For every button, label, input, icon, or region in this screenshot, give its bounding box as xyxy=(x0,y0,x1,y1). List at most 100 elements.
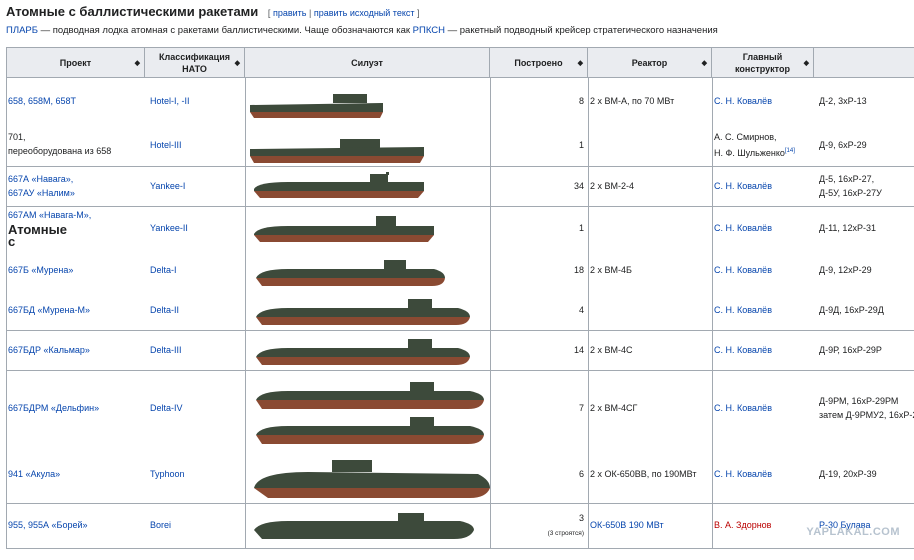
designer-link[interactable]: В. А. Здорнов xyxy=(714,519,771,532)
built-count: 1 xyxy=(578,140,584,150)
plarb-link[interactable]: ПЛАРБ xyxy=(6,25,38,36)
nato-link[interactable]: Typhoon xyxy=(150,468,185,481)
missiles-text: Д-2, 3хР-13 xyxy=(819,96,867,106)
missiles-text: Д-9, 6хР-29 xyxy=(819,140,867,150)
nato-link[interactable]: Delta-IV xyxy=(150,402,183,415)
built-count: 34 xyxy=(573,181,584,191)
reactor-text: 2 х ОК-650ВВ, по 190МВт xyxy=(590,469,697,479)
intro-text-1: — подводная лодка атомная с ракетами бал… xyxy=(37,25,413,36)
header-designer-label: Главный конструктор xyxy=(735,51,790,74)
project-link[interactable]: 667БДРМ «Дельфин» xyxy=(8,402,99,415)
submarine-silhouette xyxy=(256,417,484,444)
header-project-label: Проект xyxy=(59,57,92,68)
submarine-silhouette xyxy=(250,94,383,118)
divider xyxy=(6,166,914,167)
project-link[interactable]: 955, 955А «Борей» xyxy=(8,519,88,532)
divider xyxy=(6,330,914,331)
designer-link[interactable]: С. Н. Ковалёв xyxy=(714,95,772,108)
project-link[interactable]: 667А «Навага», xyxy=(8,173,73,186)
header-reactor[interactable]: Реактор ◆ xyxy=(588,48,712,78)
rpksn-link[interactable]: РПКСН xyxy=(413,25,445,36)
missiles-text: Д-5У, 16хР-27У xyxy=(819,188,882,198)
sort-icon: ◆ xyxy=(803,60,809,67)
designer-link[interactable]: С. Н. Ковалёв xyxy=(714,304,772,317)
nato-link[interactable]: Delta-II xyxy=(150,304,179,317)
divider xyxy=(245,78,246,548)
missiles-text: Д-9, 12хР-29 xyxy=(819,265,872,275)
submarine-silhouette xyxy=(250,139,424,163)
project-text: переоборудована из 658 xyxy=(8,146,112,156)
nato-link[interactable]: Hotel-I, -II xyxy=(150,95,190,108)
header-designer[interactable]: Главный конструктор ◆ xyxy=(712,48,814,78)
reactor-text: 2 х ВМ-А, по 70 МВт xyxy=(590,96,675,106)
header-nato[interactable]: Классификация НАТО ◆ xyxy=(145,48,245,78)
project-link[interactable]: 667АУ «Налим» xyxy=(8,187,75,200)
missiles-text: Д-11, 12хР-31 xyxy=(819,223,876,233)
designer-link[interactable]: С. Н. Ковалёв xyxy=(714,180,772,193)
divider xyxy=(6,78,7,548)
edit-source-link[interactable]: править исходный текст xyxy=(314,8,415,18)
designer-link[interactable]: С. Н. Ковалёв xyxy=(714,344,772,357)
sort-icon: ◆ xyxy=(577,60,583,67)
watermark: YAPLAKAL.COM xyxy=(806,526,900,538)
nato-link[interactable]: Yankee-II xyxy=(150,222,188,235)
nato-link[interactable]: Delta-III xyxy=(150,344,182,357)
nato-link[interactable]: Hotel-III xyxy=(150,139,182,152)
heading-overlay-fragment: Атомные с баллистически xyxy=(8,224,72,248)
project-link[interactable]: 667БД «Мурена-М» xyxy=(8,304,90,317)
project-link[interactable]: 667Б «Мурена» xyxy=(8,264,73,277)
sort-icon: ◆ xyxy=(134,60,140,67)
built-count: 4 xyxy=(578,305,584,315)
header-built[interactable]: Построено ◆ xyxy=(490,48,588,78)
missiles-text: затем Д-9РМУ2, 16хР-29РМУ2 xyxy=(819,410,914,420)
submarine-silhouette xyxy=(256,260,445,286)
divider xyxy=(712,78,713,548)
edit-bracket-close: ] xyxy=(417,8,420,18)
divider xyxy=(6,503,914,504)
divider xyxy=(6,370,914,371)
submarine-silhouette xyxy=(254,216,434,242)
built-count: 7 xyxy=(578,403,584,413)
designer-text: Н. Ф. Шульженко[14] xyxy=(714,145,795,160)
section-title: Атомные с баллистическими ракетами xyxy=(6,4,259,19)
nato-link[interactable]: Delta-I xyxy=(150,264,177,277)
designer-link[interactable]: С. Н. Ковалёв xyxy=(714,222,772,235)
project-link[interactable]: 941 «Акула» xyxy=(8,468,60,481)
submarine-table: Проект ◆ Классификация НАТО ◆ Силуэт Постр… xyxy=(6,47,914,549)
project-link[interactable]: 667АМ «Навага-М», xyxy=(8,209,91,222)
nato-link[interactable]: Yankee-I xyxy=(150,180,185,193)
divider xyxy=(588,78,589,548)
section-heading: Атомные с баллистическими ракетами [ пра… xyxy=(6,4,420,19)
missiles-text: Д-5, 16хР-27, xyxy=(819,174,875,184)
missiles-text: Д-9РМ, 16хР-29РМ xyxy=(819,396,899,406)
nato-link[interactable]: Borei xyxy=(150,519,171,532)
designer-name: Н. Ф. Шульженко xyxy=(714,148,785,158)
intro-paragraph: ПЛАРБ — подводная лодка атомная с ракета… xyxy=(6,25,718,36)
header-silhouette: Силуэт xyxy=(245,48,490,78)
submarine-silhouette xyxy=(254,172,424,198)
submarine-silhouette xyxy=(256,382,484,409)
built-note: (3 строятся) xyxy=(547,530,584,537)
reference-link[interactable]: [14] xyxy=(785,148,795,154)
edit-link[interactable]: править xyxy=(273,8,307,18)
submarine-silhouette xyxy=(254,513,474,539)
designer-link[interactable]: С. Н. Ковалёв xyxy=(714,402,772,415)
sort-icon: ◆ xyxy=(701,60,707,67)
designer-link[interactable]: С. Н. Ковалёв xyxy=(714,264,772,277)
edit-section-links: [ править | править исходный текст ] xyxy=(268,8,420,18)
reactor-text: 2 х ВМ-4Б xyxy=(590,265,632,275)
submarine-silhouette xyxy=(256,339,470,365)
designer-text: А. С. Смирнов, xyxy=(714,132,777,142)
intro-text-2: — ракетный подводный крейсер стратегичес… xyxy=(445,25,718,36)
reactor-link[interactable]: ОК-650В 190 МВт xyxy=(590,519,664,532)
project-link[interactable]: 667БДР «Кальмар» xyxy=(8,344,90,357)
header-built-label: Построено xyxy=(514,57,563,68)
header-project[interactable]: Проект ◆ xyxy=(6,48,145,78)
built-count: 1 xyxy=(578,223,584,233)
built-count: 14 xyxy=(573,345,584,355)
project-link[interactable]: 658, 658М, 658Т xyxy=(8,95,76,108)
header-reactor-label: Реактор xyxy=(631,57,668,68)
designer-link[interactable]: С. Н. Ковалёв xyxy=(714,468,772,481)
project-text: 701, xyxy=(8,132,26,142)
header-nato-label: Классификация НАТО xyxy=(159,51,230,74)
